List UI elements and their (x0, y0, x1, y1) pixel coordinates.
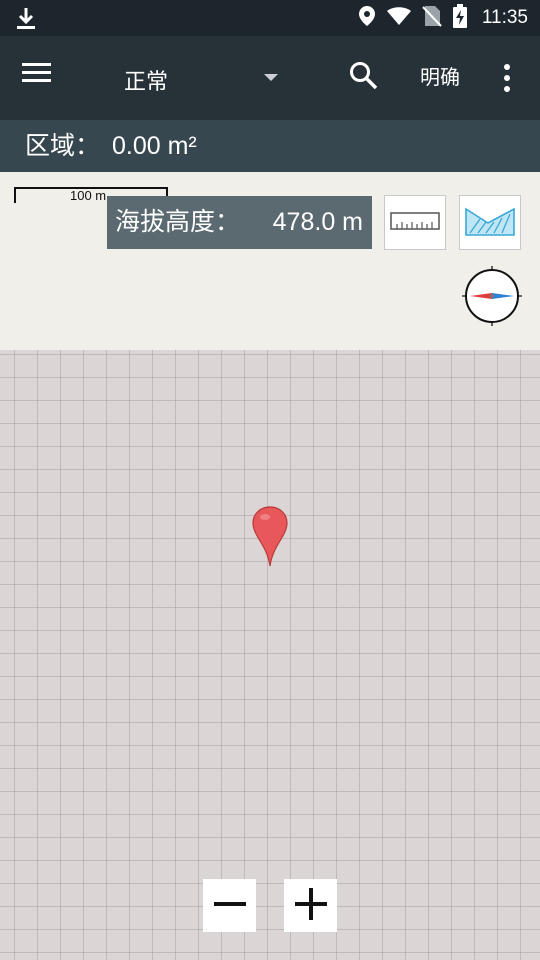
status-bar: 11:35 (0, 0, 540, 36)
map-grid[interactable] (0, 350, 540, 960)
status-time: 11:35 (481, 7, 528, 28)
elevation-profile-icon (464, 205, 516, 241)
ruler-icon (390, 210, 440, 236)
map-mode-label: 正常 (124, 69, 169, 94)
battery-charging-icon (452, 4, 468, 32)
elevation-display: 海拔高度： 478.0 m (107, 196, 372, 249)
elevation-label: 海拔高度： (115, 208, 241, 236)
dropdown-caret-icon (264, 74, 278, 81)
zoom-out-button[interactable] (203, 879, 256, 932)
map-mode-dropdown[interactable]: 正常 (110, 56, 290, 100)
plus-icon (294, 887, 328, 925)
area-value: 0.00 m² (112, 132, 197, 160)
zoom-in-button[interactable] (284, 879, 337, 932)
confirm-button[interactable]: 明确 (410, 62, 470, 94)
no-sim-icon (422, 5, 442, 31)
map-pin-icon[interactable] (251, 505, 291, 567)
scale-label: 100 m (70, 188, 107, 203)
elevation-value: 478.0 m (272, 208, 363, 236)
area-label: 区域： (25, 132, 101, 160)
elevation-profile-button[interactable] (459, 195, 521, 250)
minus-icon (213, 887, 247, 925)
compass-icon[interactable] (462, 266, 522, 326)
hamburger-menu-icon[interactable] (22, 62, 62, 94)
more-vert-icon[interactable] (494, 60, 520, 96)
area-bar: 区域： 0.00 m² (0, 120, 540, 172)
ruler-button[interactable] (384, 195, 446, 250)
app-bar: 正常 明确 (0, 36, 540, 120)
download-icon (14, 6, 38, 34)
wifi-icon (386, 6, 412, 30)
search-icon[interactable] (348, 60, 384, 96)
location-icon (358, 5, 376, 31)
